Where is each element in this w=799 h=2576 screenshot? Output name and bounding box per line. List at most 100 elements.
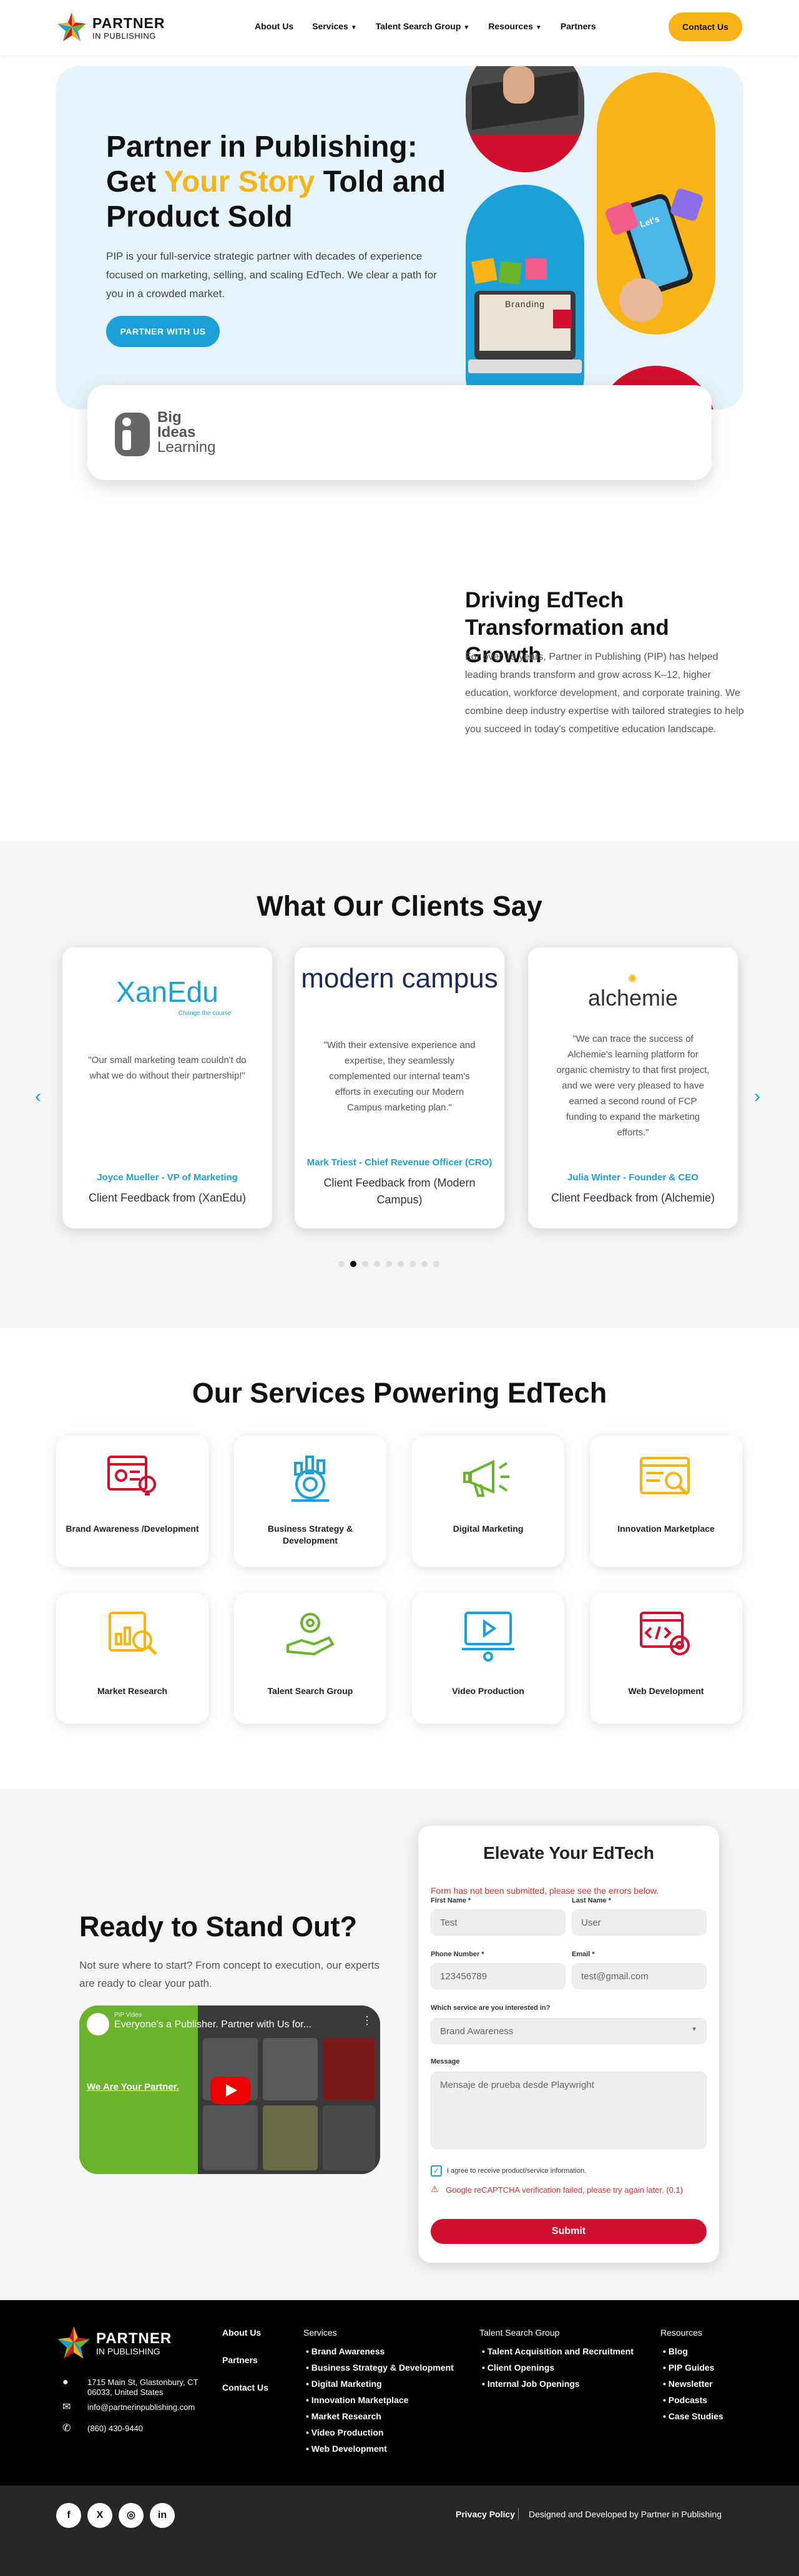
footer-link[interactable]: • Brand Awareness [306, 2346, 385, 2356]
service-label: Which service are you interested in? [431, 2004, 551, 2012]
consent-label: I agree to receive product/service infor… [447, 2167, 587, 2175]
footer-credit: Designed and Developed by Partner in Pub… [529, 2509, 722, 2519]
footer-bottom-bar: f X ◎ in Privacy Policy Designed and Develo… [0, 2485, 799, 2576]
testimonial-author: Joyce Mueller - VP of Marketing [97, 1172, 238, 1183]
carousel-dot[interactable] [421, 1261, 428, 1267]
last-name-field[interactable]: User [572, 1909, 707, 1936]
hero-section: Partner in Publishing: Get Your Story To… [56, 66, 743, 409]
footer-link[interactable]: • Market Research [306, 2411, 381, 2421]
footer-link[interactable]: • Internal Job Openings [482, 2379, 580, 2389]
play-button-icon[interactable] [210, 2077, 250, 2104]
x-icon[interactable]: X [87, 2503, 112, 2528]
service-card[interactable]: Digital Marketing [412, 1436, 564, 1567]
footer-link[interactable]: • Web Development [306, 2444, 387, 2454]
chevron-right-icon[interactable]: › [754, 1086, 760, 1107]
bullet: • [663, 2379, 669, 2389]
service-label: Innovation Marketplace [617, 1524, 715, 1534]
testimonial-source: Client Feedback from (Modern Campus) [323, 1177, 476, 1206]
research-icon [109, 1612, 157, 1655]
service-select[interactable]: Brand Awareness ▼ [431, 2018, 707, 2044]
contact-us-button[interactable]: Contact Us [669, 12, 742, 41]
service-card[interactable]: Talent Search Group [234, 1593, 386, 1724]
strategy-icon [292, 1456, 329, 1502]
service-card[interactable]: Web Development [590, 1593, 742, 1724]
bullet: • [306, 2444, 311, 2454]
footer-nav-about-us[interactable]: About Us [222, 2328, 261, 2338]
warning-icon: ⚠ [431, 2184, 439, 2194]
carousel-dot[interactable] [409, 1261, 416, 1267]
testimonials-title: What Our Clients Say [257, 890, 542, 922]
footer-link[interactable]: • PIP Guides [663, 2363, 714, 2373]
linkedin-icon[interactable]: in [150, 2503, 175, 2528]
nav-resources[interactable]: Resources ▼ [488, 21, 542, 31]
first-name-field[interactable]: Test [431, 1909, 566, 1936]
testimonial-quote: "Our small marketing team couldn't do wh… [88, 1055, 247, 1081]
message-field[interactable]: Mensaje de prueba desde Playwright [431, 2072, 707, 2149]
video-embed[interactable]: PIP Video Everyone's a Publisher. Partne… [79, 2005, 380, 2174]
carousel-dot[interactable] [433, 1261, 439, 1267]
captcha-error: Google reCAPTCHA verification failed, pl… [446, 2185, 684, 2195]
footer-link[interactable]: • Digital Marketing [306, 2379, 382, 2389]
footer-link[interactable]: • Podcasts [663, 2395, 707, 2405]
nav-partners[interactable]: Partners [561, 21, 596, 31]
more-vert-icon[interactable]: ⋮ [361, 2014, 373, 2027]
footer-nav-partners[interactable]: Partners [222, 2355, 258, 2365]
footer-nav-contact-us[interactable]: Contact Us [222, 2383, 268, 2392]
nav-about-us[interactable]: About Us [255, 21, 293, 31]
service-card[interactable]: Brand Awareness /Development [56, 1436, 208, 1567]
testimonials-section: What Our Clients Say ‹ › XanEdu Change t… [0, 841, 799, 1328]
nav-talent-search-group[interactable]: Talent Search Group ▼ [376, 21, 470, 31]
map-pin-icon: ● [62, 2377, 69, 2387]
footer-link[interactable]: • Video Production [306, 2427, 383, 2437]
carousel-dot[interactable] [338, 1261, 345, 1267]
form-title: Elevate Your EdTech [483, 1843, 654, 1863]
carousel-dot[interactable] [350, 1261, 356, 1267]
testimonial-card: XanEdu Change the course "Our small mark… [62, 948, 272, 1228]
footer-logo[interactable]: PARTNER IN PUBLISHING [56, 2325, 181, 2363]
footer-link[interactable]: • Case Studies [663, 2411, 723, 2421]
hero-phone-image: Let's [597, 72, 715, 335]
partner-with-us-button[interactable]: PARTNER WITH US [106, 316, 220, 347]
carousel-dot[interactable] [386, 1261, 392, 1267]
footer-services-heading: Services [303, 2328, 337, 2338]
service-label: Brand Awareness /Development [66, 1524, 199, 1534]
web-dev-icon [640, 1612, 690, 1655]
carousel-dot[interactable] [374, 1261, 380, 1267]
footer-link[interactable]: • Newsletter [663, 2379, 713, 2389]
service-card[interactable]: Market Research [56, 1593, 208, 1724]
service-card[interactable]: Video Production [412, 1593, 564, 1724]
privacy-policy-link[interactable]: Privacy Policy [456, 2509, 515, 2519]
facebook-icon[interactable]: f [56, 2503, 81, 2528]
client-logo-strip: Big Ideas Learning [87, 385, 712, 480]
browser-search-icon [640, 1457, 690, 1496]
footer-link[interactable]: • Innovation Marketplace [306, 2395, 408, 2405]
footer-link[interactable]: • Client Openings [482, 2363, 554, 2373]
bullet: • [482, 2363, 488, 2373]
logo-star-icon [57, 12, 86, 41]
carousel-dot[interactable] [362, 1261, 368, 1267]
phone-label: Phone Number * [431, 1951, 484, 1958]
phone-field[interactable]: 123456789 [431, 1963, 566, 1989]
video-channel: PIP Video [114, 2012, 142, 2019]
chevron-down-icon: ▼ [691, 2026, 697, 2033]
service-label: Market Research [97, 1686, 168, 1696]
submit-button[interactable]: Submit [431, 2219, 707, 2244]
logo-title: PARTNER [92, 15, 165, 31]
service-card[interactable]: Business Strategy & Development [234, 1436, 386, 1567]
footer-link[interactable]: • Business Strategy & Development [306, 2363, 454, 2373]
footer-link[interactable]: • Talent Acquisition and Recruitment [482, 2346, 634, 2356]
nav-services[interactable]: Services ▼ [312, 21, 357, 31]
big-ideas-learning-logo-icon [115, 413, 150, 456]
site-logo[interactable]: PARTNER IN PUBLISHING [56, 11, 169, 42]
chevron-left-icon[interactable]: ‹ [35, 1086, 41, 1107]
testimonial-quote: "With their extensive experience and exp… [323, 1040, 476, 1113]
service-card[interactable]: Innovation Marketplace [590, 1436, 742, 1567]
footer-link[interactable]: • Blog [663, 2346, 688, 2356]
envelope-icon: ✉ [62, 2402, 71, 2412]
email-field[interactable]: test@gmail.com [572, 1963, 707, 1989]
service-label: Web Development [628, 1686, 704, 1696]
carousel-dot[interactable] [398, 1261, 404, 1267]
footer-resources-heading: Resources [660, 2328, 702, 2338]
instagram-icon[interactable]: ◎ [119, 2503, 144, 2528]
consent-checkbox[interactable]: ✓ [431, 2165, 442, 2177]
